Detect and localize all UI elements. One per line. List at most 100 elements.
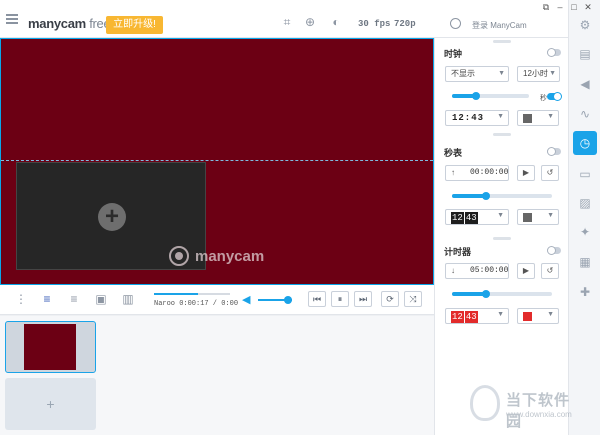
clock-digits: 12:43 [452, 113, 485, 123]
image-icon[interactable]: ▨ [577, 195, 593, 211]
chevron-down-icon: ▼ [497, 113, 504, 120]
add-to-playlist-icon[interactable]: ≡ [67, 292, 81, 306]
resolution-label[interactable]: 720p [394, 19, 416, 29]
widgets-icon[interactable]: ✚ [577, 284, 593, 300]
audio-icon[interactable]: ◀ [577, 76, 593, 92]
chevron-down-icon: ▼ [547, 212, 554, 219]
close-icon[interactable]: ✕ [583, 2, 593, 12]
repeat-button[interactable]: ⟳ [381, 291, 399, 307]
drag-handle[interactable] [493, 40, 511, 43]
manycam-window: manycam free 立即升级! ⌗ ⊕ ◐ 30 fps 720p 登录 … [0, 0, 600, 435]
lcd-preview: 12 43 [451, 310, 479, 323]
drag-handle[interactable] [493, 237, 511, 240]
slider-knob[interactable] [472, 92, 480, 100]
drag-handle[interactable] [493, 133, 511, 136]
right-sidebar: ⧉ – □ ✕ ⚙ ▤ ◀ ∿ ◷ ▭ ▨ ✦ ▦ ✚ [543, 0, 600, 435]
clock-size-slider[interactable] [452, 92, 529, 100]
manycam-watermark: manycam [169, 246, 264, 266]
text-icon[interactable]: ▭ [577, 166, 593, 182]
next-button[interactable]: ⏭ [354, 291, 372, 307]
gallery-icon[interactable]: ▦ [577, 254, 593, 270]
pause-button[interactable]: ⏸ [331, 291, 349, 307]
zoom-icon[interactable]: ⊕ [303, 15, 317, 29]
stopwatch-reset-button[interactable]: ↺ [541, 165, 559, 181]
more-options-icon[interactable]: ⋮ [14, 292, 28, 306]
color-swatch [523, 213, 532, 222]
minimize-icon[interactable]: – [555, 2, 565, 12]
volume-knob[interactable] [284, 296, 292, 304]
lcd-hours: 12 [451, 311, 464, 323]
clock-style-select[interactable]: 12:43 ▼ [445, 110, 509, 126]
stopwatch-toggle[interactable] [547, 147, 561, 156]
site-watermark-url: www.downxia.com [506, 410, 572, 419]
effects-icon[interactable]: ∿ [577, 106, 593, 122]
timer-toggle[interactable] [547, 246, 561, 255]
add-source-button[interactable]: + [5, 378, 96, 430]
user-icon[interactable] [450, 18, 461, 29]
delete-icon[interactable]: ▥ [121, 292, 135, 306]
crop-icon[interactable]: ⌗ [280, 15, 294, 29]
playlist-icon[interactable]: ≡ [40, 292, 54, 306]
site-watermark: 当下软件园 www.downxia.com [470, 383, 580, 430]
settings-icon[interactable]: ⚙ [577, 17, 593, 33]
clock-display-select[interactable]: 不显示 ▼ [445, 66, 509, 82]
stopwatch-time-field[interactable]: ↑ 00:00:00 [445, 165, 509, 181]
clock-toggle[interactable] [547, 48, 561, 57]
stopwatch-play-button[interactable]: ▶ [517, 165, 535, 181]
add-source-icon[interactable]: + [98, 203, 126, 231]
magic-icon[interactable]: ✦ [577, 224, 593, 240]
timer-color-select[interactable]: ▼ [517, 308, 559, 324]
clock-icon[interactable]: ◷ [573, 131, 597, 155]
maximize-icon[interactable]: □ [569, 2, 579, 12]
slider-fill [452, 292, 486, 296]
fps-label[interactable]: 30 fps [358, 19, 390, 29]
chevron-down-icon: ▼ [549, 70, 556, 77]
slider-knob[interactable] [482, 192, 490, 200]
presets-icon[interactable]: ▤ [577, 46, 593, 62]
playlist-toolbar: ⋮ ≡ ≡ ▣ ▥ Naroo 0:00:17 / 0:00 ◀ ⏮ ⏸ ⏭ ⟳… [0, 285, 434, 315]
color-swatch [523, 114, 532, 123]
playback-progress[interactable] [154, 293, 230, 295]
upgrade-button[interactable]: 立即升级! [106, 16, 163, 34]
source-thumbnail[interactable] [5, 321, 96, 373]
clock-color-select[interactable]: ▼ [517, 110, 559, 126]
thumbnail-preview [24, 324, 76, 370]
timer-style-select[interactable]: 12 43 ▼ [445, 308, 509, 324]
stopwatch-style-select[interactable]: 12 43 ▼ [445, 209, 509, 225]
timer-play-button[interactable]: ▶ [517, 263, 535, 279]
volume-slider[interactable] [258, 296, 292, 304]
save-icon[interactable]: ▣ [94, 292, 108, 306]
chevron-down-icon: ▼ [497, 212, 504, 219]
previous-button[interactable]: ⏮ [308, 291, 326, 307]
slider-knob[interactable] [482, 290, 490, 298]
watermark-text: manycam [195, 247, 265, 265]
login-link[interactable]: 登录 ManyCam [472, 20, 527, 31]
lcd-preview: 12 43 [451, 211, 479, 224]
stopwatch-title: 秒表 [444, 148, 463, 158]
timer-size-slider[interactable] [452, 290, 552, 298]
chevron-down-icon: ▼ [547, 113, 554, 120]
restore-icon[interactable]: ⧉ [541, 2, 551, 12]
timer-reset-button[interactable]: ↺ [541, 263, 559, 279]
adjust-icon[interactable]: ◐ [329, 15, 343, 29]
lcd-minutes: 43 [464, 212, 478, 224]
arrow-down-icon: ↓ [451, 266, 455, 275]
seconds-toggle[interactable] [547, 92, 562, 101]
progress-fill [154, 293, 198, 295]
clock-format-select[interactable]: 12小时 ▼ [517, 66, 560, 82]
lcd-minutes: 43 [464, 311, 478, 323]
clock-panel: 时钟 不显示 ▼ 12小时 ▼ 秒 12:43 ▼ ▼ 秒表 ↑ 00:00:00 ▶ … [434, 38, 568, 435]
lcd-hours: 12 [451, 212, 464, 224]
menu-icon[interactable] [6, 14, 18, 24]
playback-time: Naroo 0:00:17 / 0:00 [154, 300, 239, 308]
timer-time-field[interactable]: ↓ 05:00:00 [445, 263, 509, 279]
volume-icon[interactable]: ◀ [242, 294, 254, 306]
main-video-preview[interactable]: + manycam [0, 38, 434, 285]
guide-line [1, 160, 433, 161]
stopwatch-size-slider[interactable] [452, 192, 552, 200]
source-thumbnails: + [0, 316, 434, 435]
stopwatch-color-select[interactable]: ▼ [517, 209, 559, 225]
shuffle-button[interactable]: ⤨ [404, 291, 422, 307]
chevron-down-icon: ▼ [547, 311, 554, 318]
chevron-down-icon: ▼ [498, 70, 505, 77]
